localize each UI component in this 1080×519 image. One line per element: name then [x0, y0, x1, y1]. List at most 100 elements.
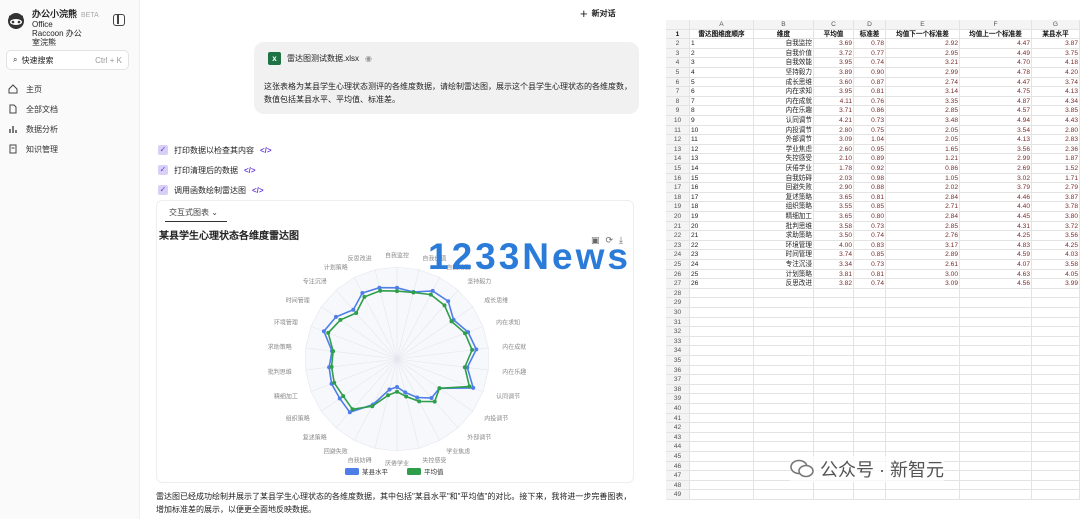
series-point[interactable] [442, 303, 447, 308]
sheet-cell[interactable]: 环境管理 [754, 240, 814, 251]
sheet-cell[interactable] [854, 423, 886, 433]
sheet-cell[interactable] [886, 365, 960, 376]
row-header[interactable]: 29 [666, 298, 690, 308]
sheet-cell[interactable] [886, 336, 960, 347]
sheet-cell[interactable] [1032, 356, 1080, 366]
row-header[interactable]: 46 [666, 461, 690, 472]
sheet-cell[interactable] [754, 298, 814, 308]
sheet-cell[interactable]: 2.89 [886, 250, 960, 260]
row-header[interactable]: 20 [666, 212, 690, 222]
sheet-cell[interactable] [754, 308, 814, 318]
row-header[interactable]: 48 [666, 480, 690, 491]
series-point[interactable] [417, 399, 422, 404]
sheet-cell[interactable]: 3.79 [960, 183, 1032, 193]
sheet-cell[interactable]: 3.58 [814, 221, 854, 232]
sheet-cell[interactable]: 0.80 [854, 212, 886, 222]
sidebar-item-home[interactable]: 主页 [8, 79, 133, 99]
sheet-cell[interactable] [1032, 432, 1080, 443]
sheet-cell[interactable]: 2.71 [886, 202, 960, 212]
sheet-cell[interactable] [814, 356, 854, 366]
sheet-cell[interactable]: 2.69 [960, 164, 1032, 174]
sheet-cell[interactable] [886, 356, 960, 366]
sheet-cell[interactable]: 0.78 [854, 39, 886, 49]
series-point[interactable] [471, 385, 476, 390]
series-point[interactable] [321, 329, 326, 334]
series-point[interactable] [462, 365, 467, 370]
sheet-cell[interactable]: 3.78 [1032, 202, 1080, 212]
sheet-cell[interactable]: 0.90 [854, 68, 886, 78]
series-point[interactable] [432, 399, 437, 404]
sheet-cell[interactable] [754, 404, 814, 414]
sheet-cell[interactable]: 3.48 [886, 116, 960, 126]
series-point[interactable] [329, 364, 334, 369]
sheet-cell[interactable] [690, 404, 754, 414]
sheet-cell[interactable]: 0.85 [854, 202, 886, 212]
sheet-cell[interactable] [814, 336, 854, 347]
row-header[interactable]: 45 [666, 452, 690, 462]
sheet-cell[interactable]: F [960, 20, 1032, 30]
sheet-cell[interactable]: 均值下一个标准差 [886, 29, 960, 40]
row-header[interactable]: 43 [666, 432, 690, 443]
sheet-cell[interactable] [854, 432, 886, 443]
series-point[interactable] [360, 291, 365, 295]
row-header[interactable]: 31 [666, 317, 690, 328]
row-header[interactable]: 19 [666, 202, 690, 212]
row-header[interactable]: 11 [666, 125, 690, 136]
row-header[interactable]: 5 [666, 68, 690, 78]
row-header[interactable]: 37 [666, 375, 690, 385]
sheet-cell[interactable] [886, 404, 960, 414]
sheet-cell[interactable] [690, 384, 754, 395]
sheet-cell[interactable] [1032, 413, 1080, 424]
series-point[interactable] [474, 347, 479, 352]
sheet-cell[interactable]: 3.14 [886, 87, 960, 97]
series-point[interactable] [403, 390, 408, 395]
series-point[interactable] [354, 311, 359, 315]
series-point[interactable] [449, 319, 454, 324]
sheet-cell[interactable] [960, 375, 1032, 385]
sheet-cell[interactable]: 3.65 [814, 212, 854, 222]
sheet-cell[interactable] [814, 288, 854, 299]
sheet-cell[interactable] [960, 279, 1032, 289]
sheet-cell[interactable]: 3.72 [1032, 221, 1080, 232]
sheet-cell[interactable]: 2.90 [814, 183, 854, 193]
row-header[interactable]: 14 [666, 154, 690, 164]
sheet-cell[interactable] [814, 327, 854, 337]
sheet-cell[interactable] [1032, 442, 1080, 452]
sheet-cell[interactable]: 4.45 [960, 212, 1032, 222]
sheet-cell[interactable] [886, 432, 960, 443]
sheet-cell[interactable] [960, 461, 1032, 472]
sheet-cell[interactable] [690, 490, 754, 500]
sheet-cell[interactable]: 4.70 [960, 58, 1032, 68]
sheet-cell[interactable]: 3.60 [814, 77, 854, 88]
sidebar-item-analysis[interactable]: 数据分析 [8, 119, 133, 139]
sheet-cell[interactable]: 组织策略 [754, 202, 814, 212]
sheet-cell[interactable]: 0.88 [854, 183, 886, 193]
sheet-cell[interactable]: 2.74 [886, 77, 960, 88]
sheet-cell[interactable]: C [814, 20, 854, 30]
sheet-cell[interactable]: 2.79 [1032, 183, 1080, 193]
sheet-cell[interactable] [854, 442, 886, 452]
sheet-cell[interactable] [754, 394, 814, 404]
sheet-cell[interactable]: 内在成就 [754, 96, 814, 107]
sheet-cell[interactable]: 3.34 [814, 260, 854, 270]
sheet-cell[interactable]: 3.95 [814, 58, 854, 68]
sheet-cell[interactable]: 3.50 [814, 231, 854, 241]
sheet-cell[interactable]: 1.71 [1032, 173, 1080, 184]
sheet-cell[interactable] [754, 317, 814, 328]
sheet-cell[interactable]: 1.52 [1032, 164, 1080, 174]
sheet-cell[interactable]: 4.46 [960, 192, 1032, 203]
code-icon[interactable]: </> [252, 186, 264, 195]
sheet-cell[interactable]: 1.21 [886, 154, 960, 164]
sheet-cell[interactable]: 4.87 [960, 96, 1032, 107]
sheet-cell[interactable]: 3.95 [814, 87, 854, 97]
sheet-cell[interactable] [854, 384, 886, 395]
sheet-cell[interactable]: 4.21 [814, 116, 854, 126]
sheet-cell[interactable]: 某县水平 [1032, 29, 1080, 40]
sheet-cell[interactable]: 4.00 [814, 240, 854, 251]
sheet-cell[interactable] [886, 317, 960, 328]
row-header[interactable]: 7 [666, 87, 690, 97]
sheet-cell[interactable]: 3.58 [1032, 260, 1080, 270]
sheet-cell[interactable] [690, 356, 754, 366]
sheet-cell[interactable]: 4.49 [960, 48, 1032, 59]
sheet-cell[interactable] [1032, 317, 1080, 328]
